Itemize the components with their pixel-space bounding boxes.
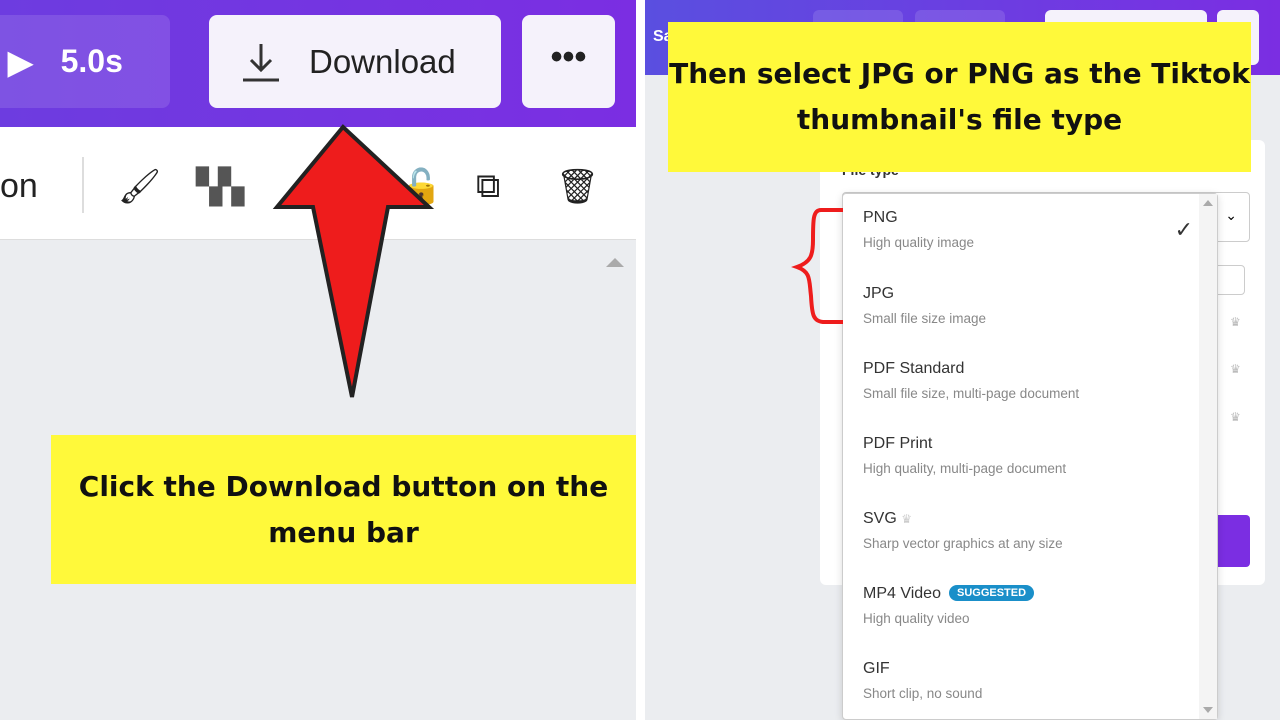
red-arrow-annotation bbox=[272, 124, 435, 398]
file-type-dropdown: PNG High quality image ✓ JPG Small file siz… bbox=[842, 193, 1218, 720]
option-pdf-print[interactable]: PDF Print High quality, multi-page docume… bbox=[863, 435, 1193, 476]
option-mp4-video[interactable]: MP4 Video SUGGESTED High quality video bbox=[863, 585, 1193, 626]
caption-box: Then select JPG or PNG as the Tiktok thu… bbox=[668, 22, 1251, 172]
scroll-up-icon[interactable] bbox=[1203, 200, 1213, 206]
option-jpg[interactable]: JPG Small file size image bbox=[863, 285, 1193, 326]
crown-icon: ♛ bbox=[1230, 315, 1241, 329]
option-png[interactable]: PNG High quality image ✓ bbox=[863, 209, 1193, 250]
option-gif[interactable]: GIF Short clip, no sound bbox=[863, 660, 1193, 701]
chevron-down-icon: ⌄ bbox=[1225, 207, 1237, 223]
red-bracket-annotation bbox=[791, 208, 843, 324]
suggested-badge: SUGGESTED bbox=[948, 585, 1035, 601]
left-panel: ▶ 5.0s Download ••• on 🖌 ▚▚ 🔓 ⧉ 🗑 Click t… bbox=[0, 0, 636, 720]
crown-icon: ♛ bbox=[1230, 362, 1241, 376]
right-panel: Sa File type ⌄ ♛ ♛ ♛ PNGHigh quality ima… bbox=[645, 0, 1280, 720]
option-svg[interactable]: SVG ♛ Sharp vector graphics at any size bbox=[863, 510, 1193, 551]
caption-box: Click the Download button on the menu ba… bbox=[51, 435, 636, 584]
checkmark-icon: ✓ bbox=[1174, 217, 1193, 242]
scrollbar[interactable] bbox=[1199, 194, 1217, 719]
option-pdf-standard[interactable]: PDF Standard Small file size, multi-page … bbox=[863, 360, 1193, 401]
scroll-down-icon[interactable] bbox=[1203, 707, 1213, 713]
crown-icon: ♛ bbox=[901, 512, 913, 526]
crown-icon: ♛ bbox=[1230, 410, 1241, 424]
